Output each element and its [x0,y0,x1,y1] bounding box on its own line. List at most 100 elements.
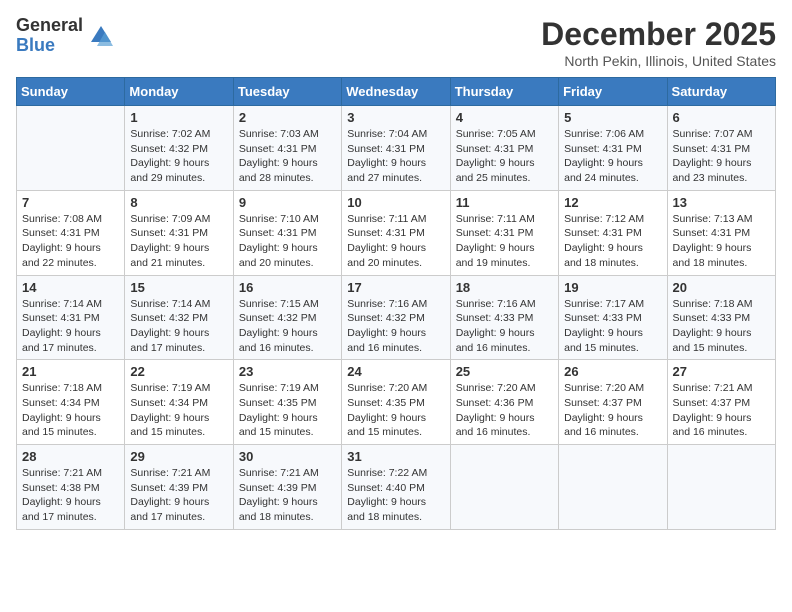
day-number: 27 [673,364,770,379]
calendar-cell [559,445,667,530]
day-info: Sunrise: 7:11 AMSunset: 4:31 PMDaylight:… [347,212,444,271]
calendar-cell: 1 Sunrise: 7:02 AMSunset: 4:32 PMDaylight… [125,106,233,191]
day-number: 24 [347,364,444,379]
calendar-cell: 28Sunrise: 7:21 AMSunset: 4:38 PMDayligh… [17,445,125,530]
day-number: 5 [564,110,661,125]
day-number: 26 [564,364,661,379]
day-info: Sunrise: 7:13 AMSunset: 4:31 PMDaylight:… [673,212,770,271]
day-info: Sunrise: 7:18 AMSunset: 4:33 PMDaylight:… [673,297,770,356]
day-number: 18 [456,280,553,295]
calendar-week-row: 14 Sunrise: 7:14 AMSunset: 4:31 PMDayligh… [17,275,776,360]
day-info: Sunrise: 7:06 AMSunset: 4:31 PMDaylight:… [564,127,661,186]
calendar-cell: 12 Sunrise: 7:12 AMSunset: 4:31 PMDayligh… [559,190,667,275]
weekday-header: Thursday [450,78,558,106]
day-number: 1 [130,110,227,125]
calendar-cell: 25 Sunrise: 7:20 AMSunset: 4:36 PMDayligh… [450,360,558,445]
day-number: 19 [564,280,661,295]
day-info: Sunrise: 7:16 AMSunset: 4:32 PMDaylight:… [347,297,444,356]
day-info: Sunrise: 7:02 AMSunset: 4:32 PMDaylight:… [130,127,227,186]
day-info: Sunrise: 7:10 AMSunset: 4:31 PMDaylight:… [239,212,336,271]
calendar-cell [667,445,775,530]
day-number: 6 [673,110,770,125]
weekday-header: Saturday [667,78,775,106]
calendar-cell: 30 Sunrise: 7:21 AMSunset: 4:39 PMDayligh… [233,445,341,530]
calendar-cell: 4Sunrise: 7:05 AMSunset: 4:31 PMDaylight… [450,106,558,191]
day-info: Sunrise: 7:21 AMSunset: 4:39 PMDaylight:… [239,466,336,525]
day-number: 16 [239,280,336,295]
day-info: Sunrise: 7:20 AMSunset: 4:37 PMDaylight:… [564,381,661,440]
calendar-cell: 13 Sunrise: 7:13 AMSunset: 4:31 PMDayligh… [667,190,775,275]
day-number: 20 [673,280,770,295]
day-info: Sunrise: 7:14 AMSunset: 4:32 PMDaylight:… [130,297,227,356]
month-title: December 2025 [541,16,776,53]
day-number: 14 [22,280,119,295]
calendar-cell: 5 Sunrise: 7:06 AMSunset: 4:31 PMDaylight… [559,106,667,191]
weekday-header: Monday [125,78,233,106]
day-info: Sunrise: 7:12 AMSunset: 4:31 PMDaylight:… [564,212,661,271]
day-info: Sunrise: 7:07 AMSunset: 4:31 PMDaylight:… [673,127,770,186]
calendar-cell: 22 Sunrise: 7:19 AMSunset: 4:34 PMDayligh… [125,360,233,445]
day-info: Sunrise: 7:21 AMSunset: 4:38 PMDaylight:… [22,466,119,525]
calendar-cell: 9 Sunrise: 7:10 AMSunset: 4:31 PMDaylight… [233,190,341,275]
calendar-week-row: 28Sunrise: 7:21 AMSunset: 4:38 PMDayligh… [17,445,776,530]
calendar-cell: 20 Sunrise: 7:18 AMSunset: 4:33 PMDayligh… [667,275,775,360]
day-number: 21 [22,364,119,379]
day-number: 13 [673,195,770,210]
weekday-header: Sunday [17,78,125,106]
day-info: Sunrise: 7:21 AMSunset: 4:39 PMDaylight:… [130,466,227,525]
calendar-cell: 8Sunrise: 7:09 AMSunset: 4:31 PMDaylight… [125,190,233,275]
day-info: Sunrise: 7:14 AMSunset: 4:31 PMDaylight:… [22,297,119,356]
day-number: 7 [22,195,119,210]
day-number: 11 [456,195,553,210]
day-info: Sunrise: 7:17 AMSunset: 4:33 PMDaylight:… [564,297,661,356]
title-area: December 2025 North Pekin, Illinois, Uni… [541,16,776,69]
day-info: Sunrise: 7:08 AMSunset: 4:31 PMDaylight:… [22,212,119,271]
day-info: Sunrise: 7:19 AMSunset: 4:34 PMDaylight:… [130,381,227,440]
logo-general: General [16,16,83,36]
day-number: 17 [347,280,444,295]
calendar-cell: 23Sunrise: 7:19 AMSunset: 4:35 PMDayligh… [233,360,341,445]
calendar-cell: 16 Sunrise: 7:15 AMSunset: 4:32 PMDayligh… [233,275,341,360]
location-title: North Pekin, Illinois, United States [541,53,776,69]
day-number: 8 [130,195,227,210]
day-number: 15 [130,280,227,295]
day-info: Sunrise: 7:18 AMSunset: 4:34 PMDaylight:… [22,381,119,440]
weekday-header: Friday [559,78,667,106]
calendar-cell: 18 Sunrise: 7:16 AMSunset: 4:33 PMDayligh… [450,275,558,360]
day-number: 31 [347,449,444,464]
day-number: 22 [130,364,227,379]
day-info: Sunrise: 7:15 AMSunset: 4:32 PMDaylight:… [239,297,336,356]
day-info: Sunrise: 7:04 AMSunset: 4:31 PMDaylight:… [347,127,444,186]
calendar-cell: 11 Sunrise: 7:11 AMSunset: 4:31 PMDayligh… [450,190,558,275]
day-info: Sunrise: 7:20 AMSunset: 4:35 PMDaylight:… [347,381,444,440]
day-number: 2 [239,110,336,125]
page-header: General Blue December 2025 North Pekin, … [16,16,776,69]
calendar-cell: 3Sunrise: 7:04 AMSunset: 4:31 PMDaylight… [342,106,450,191]
logo-blue: Blue [16,36,83,56]
day-info: Sunrise: 7:16 AMSunset: 4:33 PMDaylight:… [456,297,553,356]
day-info: Sunrise: 7:05 AMSunset: 4:31 PMDaylight:… [456,127,553,186]
logo-icon [87,22,115,50]
calendar-table: SundayMondayTuesdayWednesdayThursdayFrid… [16,77,776,530]
day-number: 30 [239,449,336,464]
calendar-cell: 27 Sunrise: 7:21 AMSunset: 4:37 PMDayligh… [667,360,775,445]
day-number: 9 [239,195,336,210]
weekday-header: Tuesday [233,78,341,106]
calendar-cell: 31 Sunrise: 7:22 AMSunset: 4:40 PMDayligh… [342,445,450,530]
calendar-cell [17,106,125,191]
day-info: Sunrise: 7:03 AMSunset: 4:31 PMDaylight:… [239,127,336,186]
day-number: 25 [456,364,553,379]
day-info: Sunrise: 7:21 AMSunset: 4:37 PMDaylight:… [673,381,770,440]
day-info: Sunrise: 7:20 AMSunset: 4:36 PMDaylight:… [456,381,553,440]
calendar-cell: 24 Sunrise: 7:20 AMSunset: 4:35 PMDayligh… [342,360,450,445]
calendar-cell [450,445,558,530]
logo: General Blue [16,16,115,56]
calendar-cell: 7 Sunrise: 7:08 AMSunset: 4:31 PMDaylight… [17,190,125,275]
calendar-cell: 29Sunrise: 7:21 AMSunset: 4:39 PMDayligh… [125,445,233,530]
calendar-cell: 15 Sunrise: 7:14 AMSunset: 4:32 PMDayligh… [125,275,233,360]
day-number: 12 [564,195,661,210]
calendar-cell: 2 Sunrise: 7:03 AMSunset: 4:31 PMDaylight… [233,106,341,191]
day-info: Sunrise: 7:22 AMSunset: 4:40 PMDaylight:… [347,466,444,525]
day-info: Sunrise: 7:11 AMSunset: 4:31 PMDaylight:… [456,212,553,271]
calendar-cell: 6 Sunrise: 7:07 AMSunset: 4:31 PMDaylight… [667,106,775,191]
